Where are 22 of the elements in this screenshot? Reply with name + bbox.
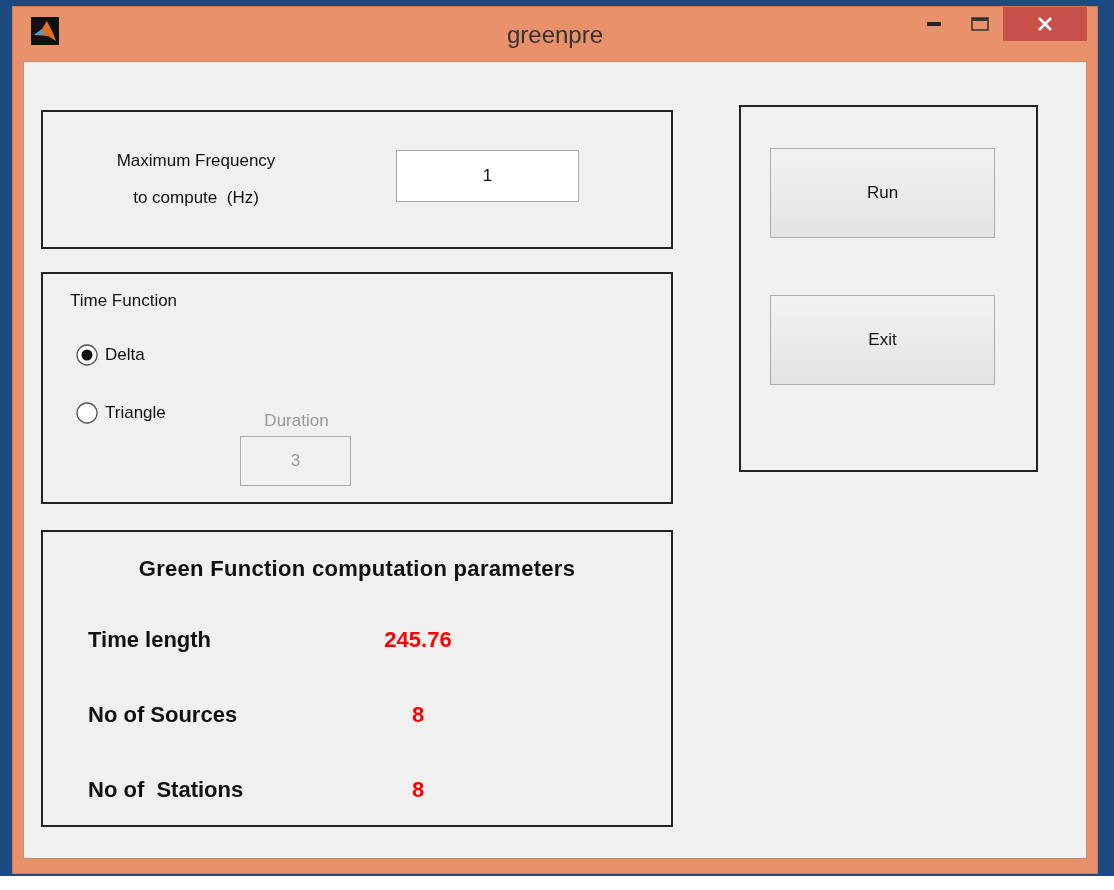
parameters-title: Green Function computation parameters <box>137 556 577 582</box>
time-function-label: Time Function <box>70 291 178 311</box>
close-icon <box>1037 16 1053 32</box>
frequency-field[interactable]: 1 <box>396 149 579 202</box>
minimize-icon <box>927 22 941 26</box>
close-button[interactable] <box>1003 7 1087 41</box>
radio-option[interactable]: Triangle <box>76 402 166 424</box>
action-button[interactable]: Run <box>770 148 995 238</box>
parameter-label: No of Stations <box>87 777 245 803</box>
frequency-label: Maximum Frequency <box>116 151 276 171</box>
parameter-label: No of Sources <box>87 702 239 728</box>
parameter-value: 8 <box>410 777 426 803</box>
parameter-value: 8 <box>410 702 426 728</box>
maximize-icon <box>971 17 989 31</box>
frequency-label: to compute (Hz) <box>133 188 259 208</box>
radio-option[interactable]: Delta <box>76 344 145 366</box>
parameter-value: 245.76 <box>383 627 453 653</box>
action-button[interactable]: Exit <box>770 295 995 385</box>
app-logo-icon <box>31 17 59 45</box>
window-title: greenpre <box>506 21 604 48</box>
parameter-label: Time length <box>87 627 213 653</box>
duration-label: Duration <box>263 411 330 431</box>
